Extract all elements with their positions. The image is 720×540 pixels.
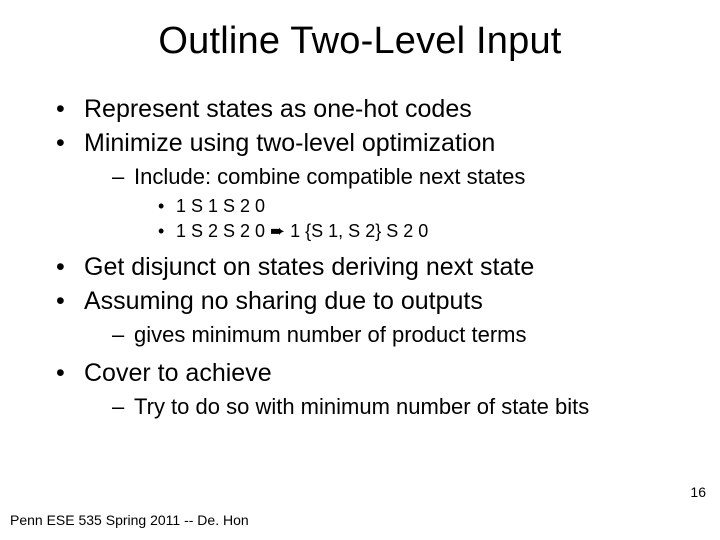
- bullet-text: Cover to achieve: [84, 359, 272, 387]
- bullet-text: Get disjunct on states deriving next sta…: [84, 253, 534, 281]
- bullet-text: 1 S 1 S 2 0: [176, 196, 265, 216]
- slide-title: Outline Two-Level Input: [10, 20, 710, 63]
- bullet-sublist: Include: combine compatible next states …: [112, 163, 710, 243]
- bullet-subsublist: 1 S 1 S 2 0 1 S 2 S 2 0 ➨ 1 {S 1, S 2} S…: [158, 195, 710, 243]
- page-number: 16: [690, 484, 706, 500]
- bullet-text: Assuming no sharing due to outputs: [84, 287, 483, 315]
- list-item: Cover to achieve Try to do so with minim…: [56, 357, 710, 421]
- list-item: gives minimum number of product terms: [112, 321, 710, 349]
- slide: Outline Two-Level Input Represent states…: [0, 0, 720, 540]
- list-item: 1 S 2 S 2 0 ➨ 1 {S 1, S 2} S 2 0: [158, 220, 710, 243]
- bullet-text: gives minimum number of product terms: [134, 322, 526, 347]
- list-item: Minimize using two-level optimization In…: [56, 127, 710, 243]
- list-item: 1 S 1 S 2 0: [158, 195, 710, 218]
- bullet-text: Represent states as one-hot codes: [84, 95, 472, 123]
- bullet-list: Represent states as one-hot codes Minimi…: [56, 93, 710, 422]
- list-item: Get disjunct on states deriving next sta…: [56, 251, 710, 283]
- bullet-text: Minimize using two-level optimization: [84, 129, 495, 157]
- bullet-text: 1 S 2 S 2 0 ➨ 1 {S 1, S 2} S 2 0: [176, 221, 428, 241]
- bullet-text: Include: combine compatible next states: [134, 164, 525, 189]
- bullet-sublist: Try to do so with minimum number of stat…: [112, 393, 710, 421]
- bullet-text: Try to do so with minimum number of stat…: [134, 394, 589, 419]
- list-item: Represent states as one-hot codes: [56, 93, 710, 125]
- list-item: Try to do so with minimum number of stat…: [112, 393, 710, 421]
- list-item: Include: combine compatible next states …: [112, 163, 710, 243]
- list-item: Assuming no sharing due to outputs gives…: [56, 285, 710, 349]
- footer-text: Penn ESE 535 Spring 2011 -- De. Hon: [10, 512, 249, 528]
- bullet-sublist: gives minimum number of product terms: [112, 321, 710, 349]
